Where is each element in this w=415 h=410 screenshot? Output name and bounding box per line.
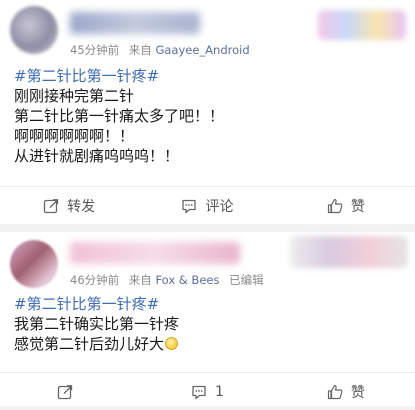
comment-button[interactable]: 评论: [138, 188, 276, 224]
hashtag-link[interactable]: #第二针比第一针疼#: [14, 294, 405, 314]
thumbs-up-icon: [327, 198, 343, 214]
comment-label: 评论: [205, 199, 234, 215]
edited-label[interactable]: 已编辑: [229, 273, 264, 287]
comment-count: 1: [215, 384, 224, 400]
user-badge-blurred: [290, 236, 408, 268]
post-text-line: 从进针就剧痛呜呜呜！！: [14, 147, 180, 165]
post-text: 感觉第二针后劲儿好大: [14, 335, 165, 353]
like-label: 赞: [350, 199, 365, 215]
comment-button[interactable]: 1: [138, 374, 276, 410]
username-blurred[interactable]: [70, 242, 240, 264]
share-icon: [43, 198, 59, 214]
hashtag-link[interactable]: #第二针比第一针疼#: [14, 66, 405, 86]
post-text-line: 感觉第二针后劲儿好大: [14, 334, 405, 354]
post-time: 45分钟前: [70, 43, 120, 57]
post-text-line: 刚刚接种完第二针: [14, 87, 135, 105]
divider: [0, 186, 415, 187]
thumbs-up-icon: [327, 384, 343, 400]
source-prefix: 来自: [128, 273, 152, 287]
post-text-line: 啊啊啊啊啊啊！！: [14, 127, 135, 145]
weibo-post-1: 45分钟前 来自 Gaayee_Android #第二针比第一针疼# 刚刚接种完…: [0, 0, 415, 224]
action-bar: 转发 评论 赞: [0, 188, 415, 224]
post-meta: 46分钟前 来自 Fox & Bees 已编辑: [70, 272, 264, 288]
post-body: #第二针比第一针疼# 我第二针确实比第一针疼 感觉第二针后劲儿好大: [14, 294, 405, 354]
username-blurred[interactable]: [70, 12, 200, 34]
user-badge-blurred: [318, 10, 406, 40]
divider: [0, 372, 415, 373]
avatar[interactable]: [10, 6, 58, 54]
post-time: 46分钟前: [70, 273, 120, 287]
like-button[interactable]: 赞: [277, 374, 415, 410]
post-source[interactable]: Fox & Bees: [155, 273, 219, 287]
comment-icon: [191, 384, 207, 400]
comment-icon: [181, 198, 197, 214]
weibo-post-2: 46分钟前 来自 Fox & Bees 已编辑 #第二针比第一针疼# 我第二针确…: [0, 232, 415, 406]
grin-emoji-icon: [165, 337, 179, 350]
post-text-line: 我第二针确实比第一针疼: [14, 315, 180, 333]
action-bar: 1 赞: [0, 374, 415, 410]
share-icon: [57, 384, 73, 400]
source-prefix: 来自: [128, 43, 152, 57]
post-text-line: 第二针比第一针痛太多了吧！！: [14, 107, 225, 125]
post-source[interactable]: Gaayee_Android: [155, 43, 249, 57]
avatar[interactable]: [10, 240, 58, 288]
repost-button[interactable]: 转发: [0, 188, 138, 224]
post-meta: 45分钟前 来自 Gaayee_Android: [70, 42, 250, 58]
like-label: 赞: [350, 385, 365, 401]
repost-button[interactable]: [0, 374, 138, 410]
post-body: #第二针比第一针疼# 刚刚接种完第二针 第二针比第一针痛太多了吧！！ 啊啊啊啊啊…: [14, 66, 405, 166]
repost-label: 转发: [67, 199, 96, 215]
like-button[interactable]: 赞: [277, 188, 415, 224]
